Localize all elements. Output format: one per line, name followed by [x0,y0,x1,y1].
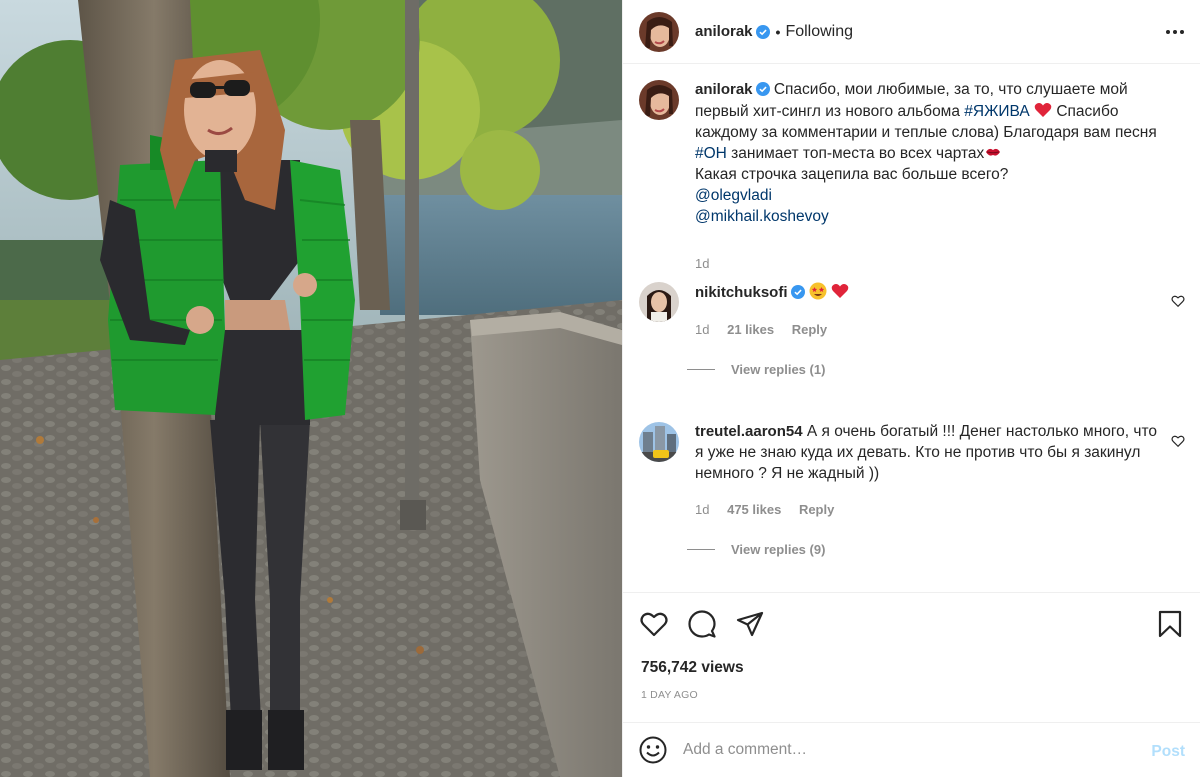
caption-meta: 1d [695,256,723,271]
add-comment-bar: Post [623,722,1200,777]
view-replies-button[interactable]: View replies (1) [687,362,825,377]
caption-text: anilorak Спасибо, мои любимые, за то, чт… [695,80,1165,228]
verified-icon [755,82,770,96]
comment-text: nikitchuksofi [695,282,1165,304]
caption-question: Какая строчка зацепила вас больше всего? [695,166,1009,184]
post-header: anilorak • Following [623,0,1200,64]
replies-divider [687,549,715,550]
reply-button[interactable]: Reply [792,322,827,337]
heart-icon[interactable] [639,609,669,639]
like-comment-icon[interactable] [1171,434,1185,448]
bookmark-icon[interactable] [1155,609,1185,639]
following-button[interactable]: Following [785,23,853,41]
hashtag-link[interactable]: #ОН [695,145,727,162]
verified-icon [755,24,770,39]
comment-item: treutel.aaron54 А я очень богатый !!! Де… [639,422,1185,562]
more-icon[interactable] [1165,22,1185,42]
caption-time: 1d [695,256,710,271]
author-username[interactable]: anilorak [695,23,753,40]
post-sidebar: anilorak • Following anilorak Спасибо, м… [622,0,1200,777]
hashtag-link[interactable]: #ЯЖИВА [964,103,1029,120]
comment-time: 1d [695,322,710,337]
post-timestamp: 1 DAY AGO [641,689,698,701]
views-count[interactable]: 756,742 views [641,659,744,677]
kiss-mark-emoji-icon [986,149,1001,156]
view-replies-button[interactable]: View replies (9) [687,542,825,557]
reply-button[interactable]: Reply [799,502,834,517]
replies-divider [687,369,715,370]
share-icon[interactable] [735,609,765,639]
comment-input[interactable] [683,741,1123,759]
caption: anilorak Спасибо, мои любимые, за то, чт… [639,80,1185,271]
video-frame [0,0,622,777]
comment-likes[interactable]: 21 likes [727,322,774,337]
caption-username[interactable]: anilorak [695,81,753,98]
commenter-avatar[interactable] [639,422,679,462]
post: anilorak • Following anilorak Спасибо, м… [0,0,1200,777]
comment-meta: 1d 21 likes Reply [695,322,841,337]
caption-body-3: занимает топ-места во всех чартах [726,145,985,163]
mention-link[interactable]: @mikhail.koshevoy [695,208,829,225]
commenter-username[interactable]: treutel.aaron54 [695,423,803,440]
comment-item: nikitchuksofi 1d 21 likes Reply View rep… [639,282,1185,402]
like-comment-icon[interactable] [1171,294,1185,308]
post-comment-button[interactable]: Post [1151,743,1185,761]
verified-icon [790,285,805,299]
red-heart-emoji-icon [1034,102,1052,117]
author-avatar[interactable] [639,11,679,52]
comments-section: anilorak Спасибо, мои любимые, за то, чт… [623,64,1200,592]
post-actions: 756,742 views 1 DAY AGO [623,592,1200,701]
view-replies-label: View replies (1) [731,362,826,377]
comment-time: 1d [695,502,710,517]
comment-icon[interactable] [687,609,717,639]
header-separator: • [775,23,781,40]
commenter-username[interactable]: nikitchuksofi [695,284,788,301]
star-struck-emoji-icon [809,282,827,300]
post-video[interactable] [0,0,622,777]
comment-text: treutel.aaron54 А я очень богатый !!! Де… [695,422,1165,484]
comment-likes[interactable]: 475 likes [727,502,781,517]
caption-avatar[interactable] [639,80,679,120]
view-replies-label: View replies (9) [731,542,826,557]
mention-link[interactable]: @olegvladi [695,187,772,204]
emoji-icon[interactable] [639,736,667,764]
red-heart-emoji-icon [831,284,849,298]
commenter-avatar[interactable] [639,282,679,322]
comment-meta: 1d 475 likes Reply [695,502,848,517]
